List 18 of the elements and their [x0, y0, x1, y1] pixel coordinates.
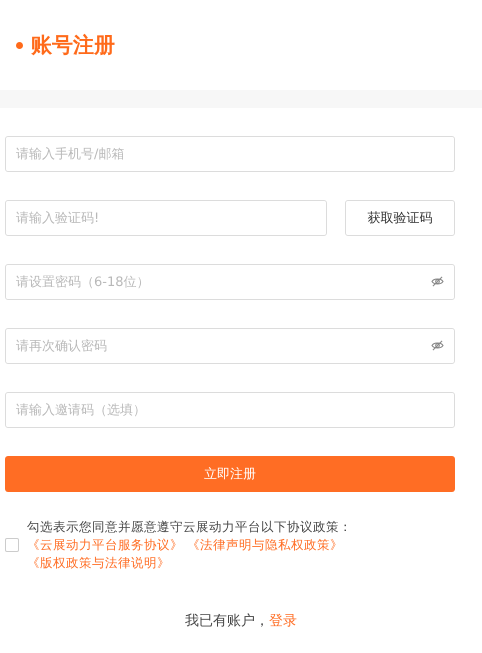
policy-link[interactable]: 《法律声明与隐私权政策》 — [186, 537, 343, 552]
get-code-button[interactable]: 获取验证码 — [345, 200, 455, 236]
password-field[interactable]: 请再次确认密码 — [5, 328, 455, 364]
bullet-icon — [16, 42, 23, 48]
page-title: 账号注册 — [31, 32, 115, 59]
eye-slash-icon[interactable] — [431, 276, 444, 287]
register-button[interactable]: 立即注册 — [5, 456, 455, 492]
input-field[interactable]: 请输入邀请码（选填） — [5, 392, 455, 428]
agree-checkbox[interactable] — [5, 538, 19, 552]
login-link[interactable]: 登录 — [269, 613, 297, 629]
eye-slash-icon[interactable] — [431, 340, 444, 351]
input-field[interactable]: 请输入手机号/邮箱 — [5, 136, 455, 172]
policy-link[interactable]: 《版权政策与法律说明》 — [27, 555, 170, 570]
agreement-text: 勾选表示您同意并愿意遵守云展动力平台以下协议政策： 《云展动力平台服务协议》 《法律声明与隐私权政策》 《版权政策与法律说明》 — [27, 518, 353, 572]
policy-link[interactable]: 《云展动力平台服务协议》 — [27, 537, 183, 552]
input-field[interactable]: 请输入验证码! — [5, 200, 327, 236]
password-field[interactable]: 请设置密码（6-18位） — [5, 264, 455, 300]
login-prompt: 我已有账户，登录 — [184, 612, 298, 630]
